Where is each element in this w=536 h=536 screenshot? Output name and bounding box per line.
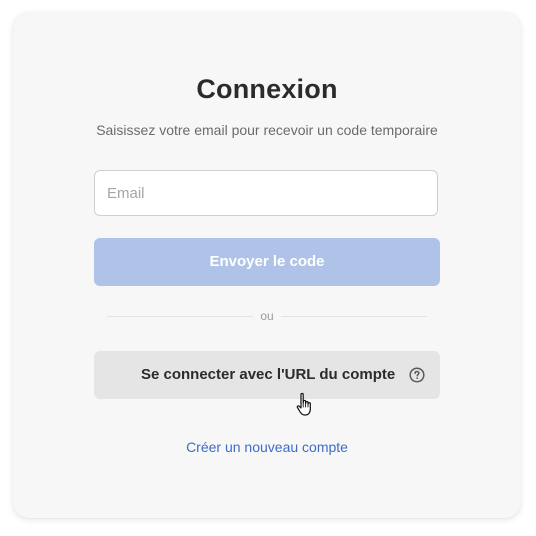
send-code-button[interactable]: Envoyer le code (94, 238, 440, 286)
account-url-login-label: Se connecter avec l'URL du compte (141, 366, 396, 383)
email-field[interactable] (94, 170, 438, 216)
help-circle-icon[interactable] (409, 367, 425, 383)
divider-line-right (281, 316, 427, 317)
create-account-link[interactable]: Créer un nouveau compte (13, 439, 521, 455)
page-subtitle: Saisissez votre email pour recevoir un c… (96, 122, 438, 138)
page-title: Connexion (196, 74, 338, 104)
login-card: Connexion Saisissez votre email pour rec… (13, 12, 521, 518)
or-divider: ou (107, 309, 427, 323)
account-url-login-button[interactable]: Se connecter avec l'URL du compte (94, 351, 440, 399)
